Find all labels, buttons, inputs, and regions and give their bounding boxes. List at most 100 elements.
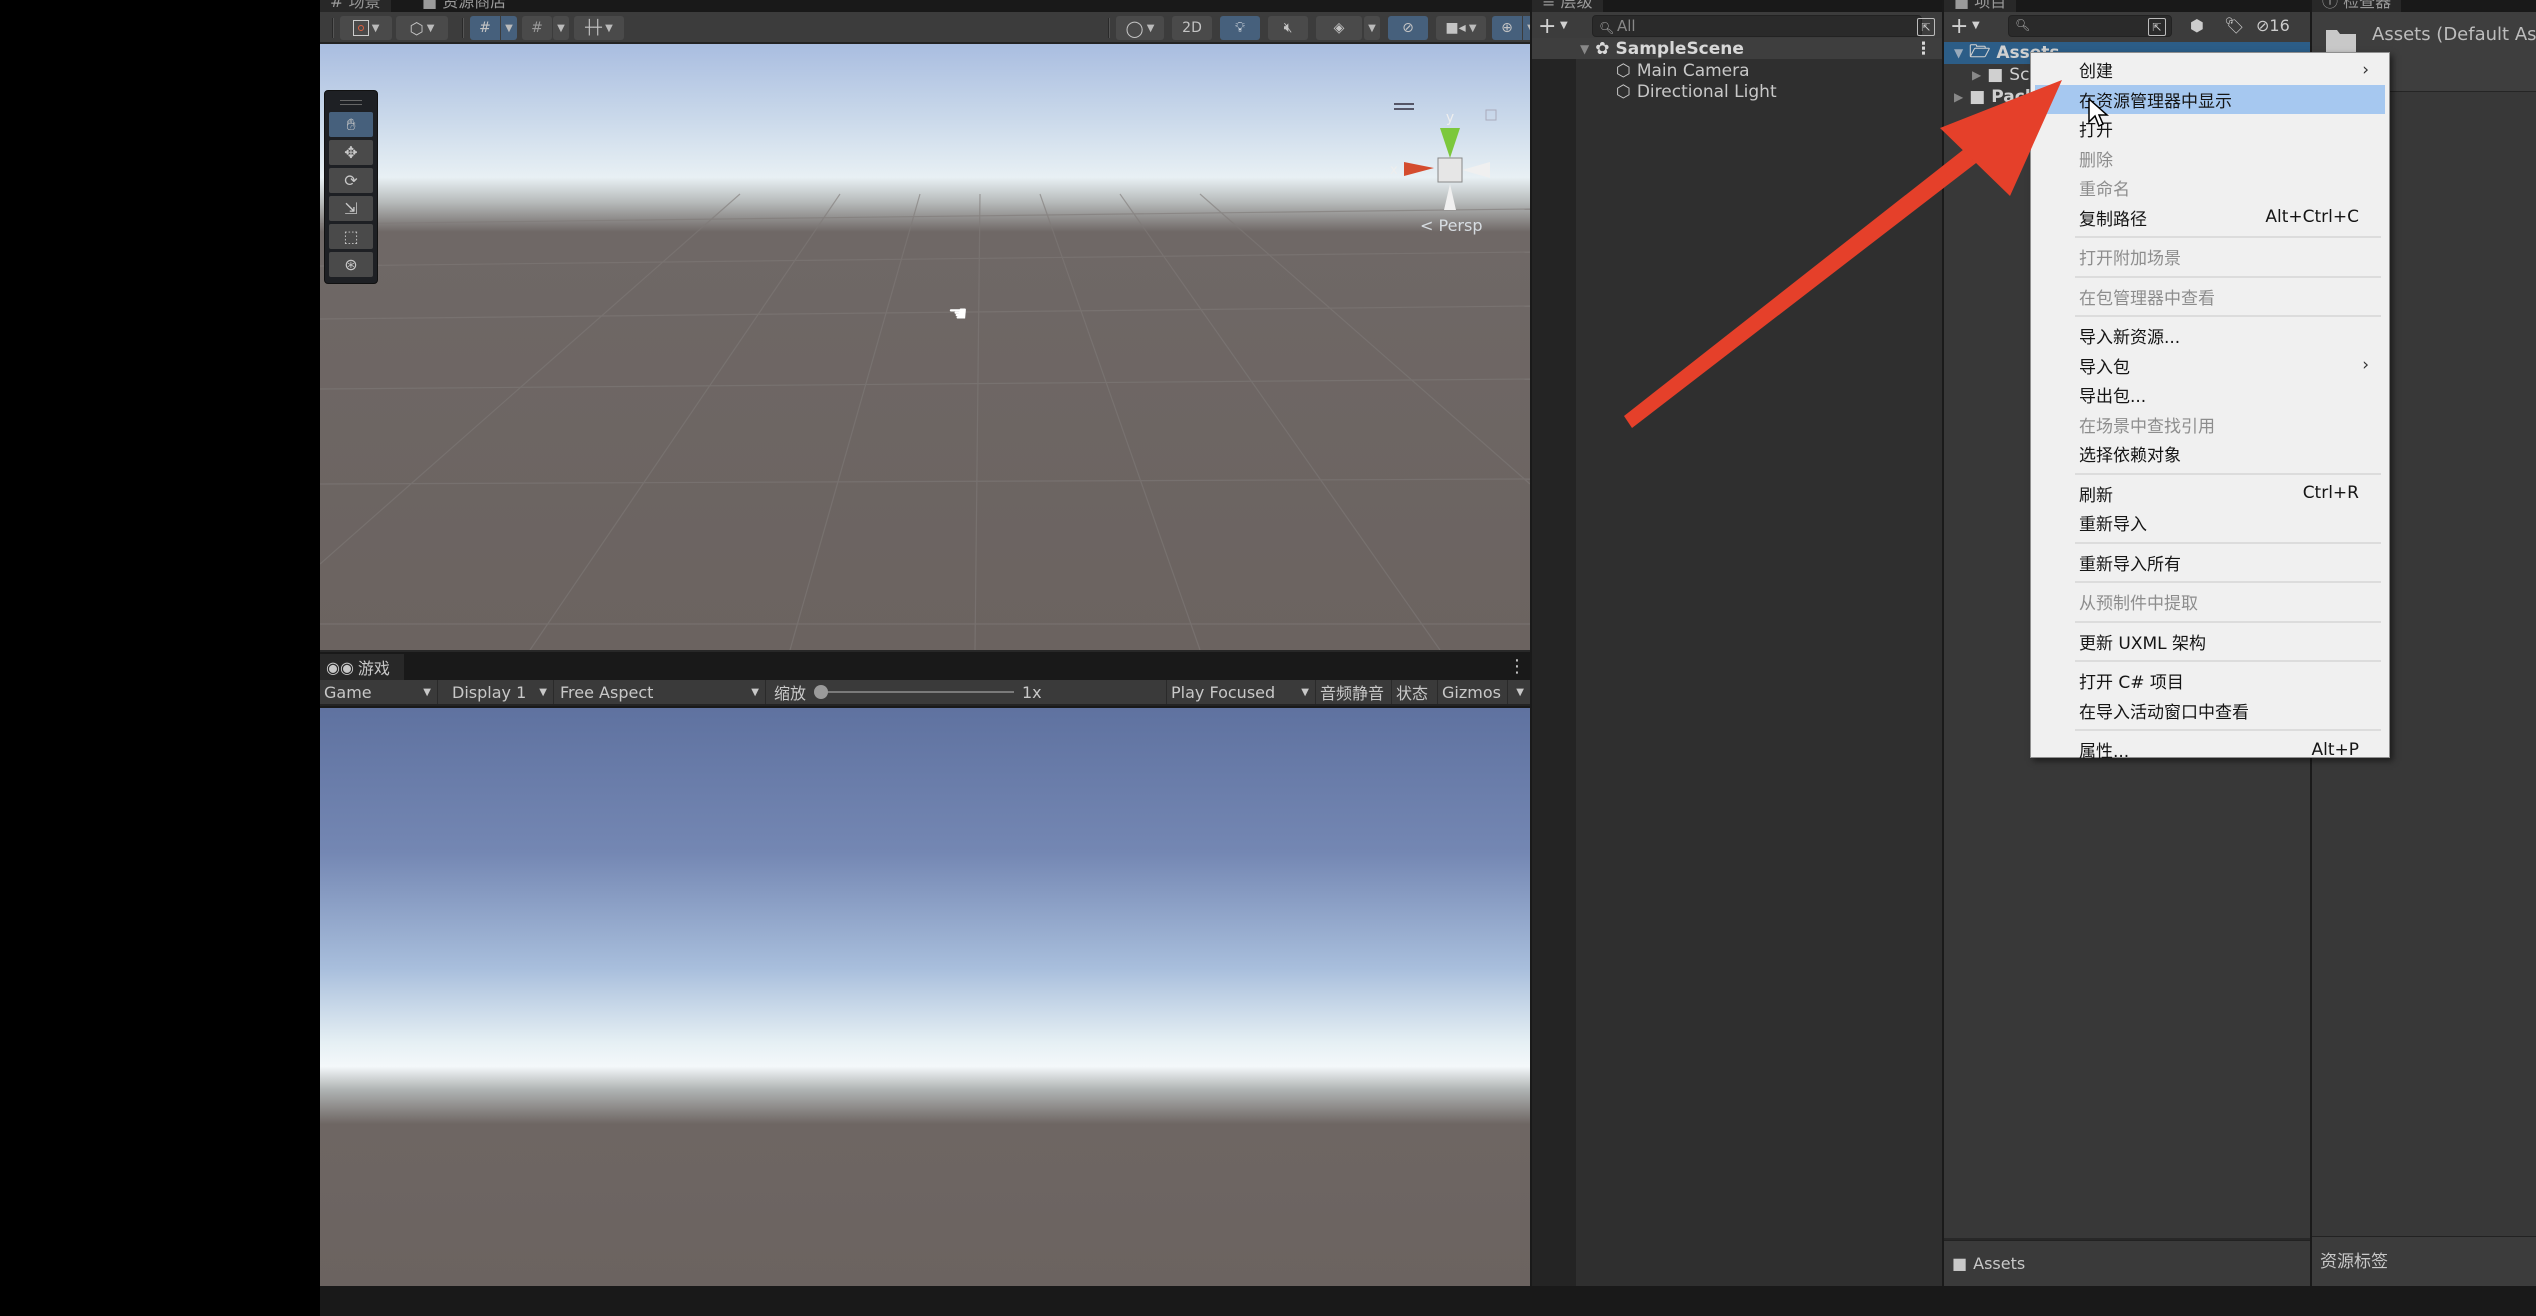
context-menu-item[interactable]: 在包管理器中查看 — [2035, 282, 2385, 311]
display-select[interactable]: Display 1 ▼ — [444, 680, 554, 704]
context-menu-item[interactable]: 重命名 — [2035, 173, 2385, 202]
hierarchy-item[interactable]: ⬡ Directional Light — [1532, 81, 1944, 102]
toolbar-grip[interactable] — [332, 18, 334, 38]
tab-asset-store[interactable]: ■ 资源商店 — [412, 0, 517, 12]
context-menu-item[interactable]: 选择依赖对象 — [2035, 439, 2385, 468]
hierarchy-scene-row[interactable]: ▼ ✿ SampleScene ⋮ — [1532, 38, 1944, 59]
tab-scene[interactable]: # 场景 — [320, 0, 391, 12]
asset-labels-section[interactable]: 资源标签 — [2312, 1236, 2536, 1286]
increment-snap-dropdown[interactable]: ▼ — [553, 16, 569, 40]
transform-tool-button[interactable]: ⊛ — [329, 252, 373, 277]
tab-inspector[interactable]: ⓘ 检查器 — [2312, 0, 2402, 12]
scene-viewport[interactable]: ☚ ✋︎ ✥ ⟳ ⇲ ⬚ ⊛ y x < Persp — [320, 44, 1530, 650]
hierarchy-search-input[interactable]: 🔍︎ All — [1592, 15, 1922, 37]
filter-by-type-icon[interactable]: ⬢ — [2190, 16, 2204, 35]
menu-item-label: 打开 C# 项目 — [2079, 673, 2184, 693]
context-menu-item[interactable]: 更新 UXML 架构 — [2035, 627, 2385, 656]
expand-arrow-icon[interactable]: ▶ — [1954, 90, 1963, 104]
increment-snap-button[interactable]: # — [522, 16, 552, 40]
context-menu-item[interactable]: 导入新资源... — [2035, 321, 2385, 350]
expand-arrow-icon[interactable]: ▼ — [1954, 46, 1963, 60]
scene-name: SampleScene — [1615, 38, 1744, 59]
scale-slider-handle[interactable] — [814, 685, 828, 699]
expand-arrow-icon[interactable]: ▼ — [1580, 42, 1589, 56]
path-breadcrumb[interactable]: Assets — [1973, 1254, 2025, 1273]
pivot-button[interactable]: ⬡ ▼ — [396, 16, 448, 40]
context-menu-item[interactable]: 重新导入 — [2035, 508, 2385, 537]
context-menu-item[interactable]: 在导入活动窗口中查看 — [2035, 696, 2385, 725]
lighting-toggle-button[interactable]: 💡︎ — [1220, 16, 1260, 40]
context-menu-item[interactable]: 打开附加场景 — [2035, 242, 2385, 271]
context-menu-item[interactable]: 复制路径 Alt+Ctrl+C — [2035, 203, 2385, 232]
rotate-tool-button[interactable]: ⟳ — [329, 168, 373, 193]
camera-button[interactable]: ■◂ ▼ — [1436, 16, 1486, 40]
palette-grip[interactable] — [329, 95, 373, 109]
game-toolbar: Game ▼ Display 1 ▼ Free Aspect ▼ 缩放 1x Play… — [320, 680, 1530, 706]
scale-slider-track[interactable] — [822, 691, 1014, 693]
context-menu-item[interactable]: 从预制件中提取 — [2035, 587, 2385, 616]
rect-tool-button[interactable]: ⬚ — [329, 224, 373, 249]
gamepad-icon: ◉◉ — [326, 657, 354, 677]
expand-arrow-icon[interactable]: ▶ — [1972, 68, 1981, 82]
gizmos-toggle[interactable]: Gizmos — [1438, 680, 1508, 704]
context-menu-item[interactable]: 重新导入所有 — [2035, 548, 2385, 577]
create-asset-button[interactable]: + — [1950, 14, 1968, 39]
scale-label: 缩放 — [774, 684, 807, 703]
ruler-button[interactable]: ┼┼ ▼ — [574, 16, 624, 40]
tab-game[interactable]: ◉◉ 游戏 — [320, 654, 404, 680]
play-mode-select[interactable]: Play Focused ▼ — [1166, 680, 1316, 704]
gameobject-cube-icon: ⬡ — [1616, 60, 1631, 81]
effects-button[interactable]: ◈ — [1316, 16, 1362, 40]
mute-audio-icon: 🔇︎ — [1283, 20, 1293, 36]
projection-label[interactable]: < Persp — [1420, 216, 1482, 235]
kebab-menu-icon[interactable]: ⋮ — [1508, 656, 1526, 677]
context-menu-item[interactable]: 在场景中查找引用 — [2035, 410, 2385, 439]
gizmos-dropdown[interactable]: ▼ — [1508, 680, 1530, 704]
stats-label: 状态 — [1396, 684, 1429, 703]
tab-hierarchy[interactable]: ≡ 层级 — [1532, 0, 1603, 12]
context-menu-item[interactable]: 属性... Alt+P — [2035, 735, 2385, 764]
gizmo-center-cube — [1437, 157, 1463, 183]
menu-separator — [2075, 620, 2381, 623]
context-menu-item[interactable]: 导入包 › — [2035, 351, 2385, 380]
visibility-toggle-button[interactable]: ⊘ — [1388, 16, 1428, 40]
tab-project[interactable]: ■ 项目 — [1944, 0, 2017, 12]
inspector-tabbar: ⓘ 检查器 — [2312, 0, 2536, 12]
scale-tool-button[interactable]: ⇲ — [329, 196, 373, 221]
menu-separator — [2075, 315, 2381, 317]
kebab-menu-icon[interactable]: ⋮ — [1915, 39, 1932, 59]
hidden-packages-button[interactable]: ⊘16 — [2256, 16, 2290, 35]
mute-audio-toggle[interactable]: 音频静音 — [1316, 680, 1392, 704]
chevron-down-icon[interactable]: ▼ — [1972, 20, 1980, 31]
shading-mode-button[interactable]: ◯ ▼ — [1116, 16, 1164, 40]
context-menu-item[interactable]: 创建 › — [2035, 55, 2385, 84]
context-menu-item[interactable]: 导出包... — [2035, 380, 2385, 409]
search-dock-icon[interactable]: ⇱ — [2148, 18, 2166, 36]
move-arrows-icon: ✥ — [344, 143, 358, 162]
context-menu-item[interactable]: 删除 — [2035, 144, 2385, 173]
chevron-down-icon[interactable]: ▼ — [1560, 20, 1568, 31]
game-viewport[interactable] — [320, 708, 1530, 1286]
toolbar-grip[interactable] — [1108, 18, 1110, 38]
toolbar-grip[interactable] — [462, 18, 464, 38]
2d-toggle-button[interactable]: 2D — [1172, 16, 1212, 40]
gizmos-toggle-button[interactable]: ⊕ — [1492, 16, 1522, 40]
context-menu-item[interactable]: 刷新 Ctrl+R — [2035, 479, 2385, 508]
effects-dropdown[interactable]: ▼ — [1364, 16, 1380, 40]
stats-toggle[interactable]: 状态 — [1392, 680, 1438, 704]
hash-icon: # — [330, 0, 344, 11]
gizmo-orient-button[interactable]: ▼ — [340, 16, 392, 40]
audio-toggle-button[interactable]: 🔇︎ — [1268, 16, 1308, 40]
menu-separator — [2075, 275, 2381, 278]
grid-snap-dropdown[interactable]: ▼ — [501, 16, 517, 40]
context-menu-item[interactable]: 打开 C# 项目 — [2035, 666, 2385, 695]
hierarchy-item[interactable]: ⬡ Main Camera — [1532, 60, 1944, 81]
aspect-select[interactable]: Free Aspect ▼ — [556, 680, 766, 704]
grid-snap-button[interactable]: # — [470, 16, 500, 40]
hand-tool-button[interactable]: ✋︎ — [329, 112, 373, 137]
game-mode-select[interactable]: Game ▼ — [320, 680, 438, 704]
add-object-button[interactable]: + — [1538, 14, 1556, 39]
move-tool-button[interactable]: ✥ — [329, 140, 373, 165]
scene-visibility-icon[interactable]: ⇱ — [1917, 18, 1935, 36]
filter-by-label-icon[interactable]: 🏷︎ — [2224, 16, 2244, 35]
